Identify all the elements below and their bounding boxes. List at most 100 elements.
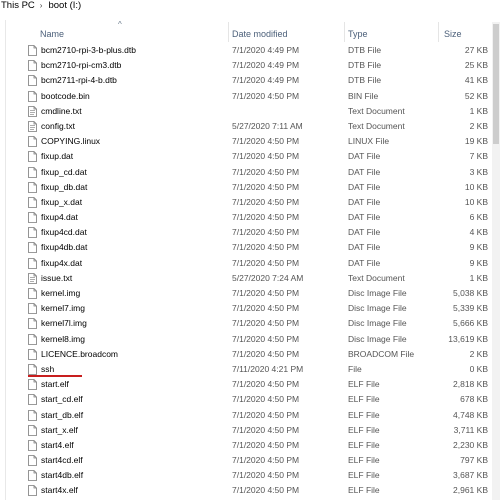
file-type: DTB File	[348, 60, 382, 71]
column-name[interactable]: Name	[40, 27, 64, 41]
column-date-modified[interactable]: Date modified	[232, 27, 288, 41]
text-file-icon	[28, 272, 37, 284]
file-icon	[28, 394, 37, 406]
file-row[interactable]: start_cd.elf 7/1/2020 4:50 PM ELF File 678 …	[0, 392, 500, 407]
file-row[interactable]: bcm2711-rpi-4-b.dtb 7/1/2020 4:49 PM DTB F…	[0, 73, 500, 88]
breadcrumb-this-pc[interactable]: This PC	[0, 0, 35, 11]
file-size: 5,339 KB	[453, 303, 488, 314]
file-size: 19 KB	[464, 136, 488, 147]
file-size: 10 KB	[464, 196, 488, 207]
file-row[interactable]: fixup.dat 7/1/2020 4:50 PM DAT File 7 KB	[0, 149, 500, 164]
file-icon	[28, 227, 37, 239]
file-icon	[28, 424, 37, 436]
file-row[interactable]: LICENCE.broadcom 7/1/2020 4:50 PM BROADCOM…	[0, 347, 500, 362]
file-type: ELF File	[348, 394, 380, 405]
file-type: DTB File	[348, 45, 382, 55]
file-type: Disc Image File	[348, 303, 407, 314]
file-row[interactable]: fixup4x.dat 7/1/2020 4:50 PM DAT File 9 KB	[0, 256, 500, 271]
file-row[interactable]: config.txt 5/27/2020 7:11 AM Text Document…	[0, 119, 500, 134]
column-divider[interactable]	[344, 22, 345, 42]
file-row[interactable]: fixup_cd.dat 7/1/2020 4:50 PM DAT File 3 KB	[0, 165, 500, 180]
file-row[interactable]: kernel7l.img 7/1/2020 4:50 PM Disc Image F…	[0, 316, 500, 331]
file-name: fixup4.dat	[41, 212, 78, 223]
file-name: issue.txt	[41, 272, 73, 283]
file-row[interactable]: bootcode.bin 7/1/2020 4:50 PM BIN File 52 K…	[0, 89, 500, 104]
file-type: DTB File	[348, 75, 382, 86]
file-size: 2,818 KB	[453, 379, 488, 390]
column-divider[interactable]	[228, 22, 229, 42]
file-size: 27 KB	[464, 45, 488, 55]
file-name: start4.elf	[41, 439, 74, 450]
file-type: LINUX File	[348, 136, 390, 147]
file-size: 4,748 KB	[453, 409, 488, 420]
file-type: DAT File	[348, 181, 381, 192]
file-row[interactable]: start4.elf 7/1/2020 4:50 PM ELF File 2,230 …	[0, 438, 500, 453]
file-row[interactable]: cmdline.txt Text Document 1 KB	[0, 104, 500, 119]
file-row[interactable]: COPYING.linux 7/1/2020 4:50 PM LINUX File 1…	[0, 134, 500, 149]
file-date-modified: 7/1/2020 4:50 PM	[232, 166, 300, 177]
file-date-modified: 7/1/2020 4:50 PM	[232, 485, 300, 496]
file-name: start_cd.elf	[41, 394, 83, 405]
file-row[interactable]: kernel.img 7/1/2020 4:50 PM Disc Image Fil…	[0, 286, 500, 301]
column-size[interactable]: Size	[444, 27, 462, 41]
breadcrumb-separator[interactable]: ›	[40, 0, 43, 11]
file-row[interactable]: start_db.elf 7/1/2020 4:50 PM ELF File 4,74…	[0, 408, 500, 423]
file-row[interactable]: fixup_db.dat 7/1/2020 4:50 PM DAT File 10 K…	[0, 180, 500, 195]
file-row[interactable]: fixup4db.dat 7/1/2020 4:50 PM DAT File 9 KB	[0, 240, 500, 255]
file-size: 13,619 KB	[448, 333, 488, 344]
file-name: COPYING.linux	[41, 136, 101, 147]
file-name: fixup4db.dat	[41, 242, 88, 253]
file-row[interactable]: issue.txt 5/27/2020 7:24 AM Text Document 1…	[0, 271, 500, 286]
column-header: ^ Name Date modified Type Size	[0, 20, 500, 42]
file-icon	[28, 75, 37, 87]
file-row[interactable]: start.elf 7/1/2020 4:50 PM ELF File 2,818 K…	[0, 377, 500, 392]
file-name: start_x.elf	[41, 424, 78, 435]
file-type: ELF File	[348, 409, 380, 420]
file-type: BROADCOM File	[348, 348, 415, 359]
file-icon	[28, 181, 37, 193]
file-row[interactable]: kernel8.img 7/1/2020 4:50 PM Disc Image Fi…	[0, 332, 500, 347]
file-icon	[28, 409, 37, 421]
file-size: 678 KB	[460, 394, 488, 405]
file-size: 52 KB	[464, 90, 488, 101]
file-date-modified: 7/1/2020 4:50 PM	[232, 424, 300, 435]
file-type: ELF File	[348, 439, 380, 450]
file-size: 797 KB	[460, 455, 488, 466]
file-date-modified: 7/1/2020 4:49 PM	[232, 60, 300, 71]
file-type: Text Document	[348, 105, 405, 116]
file-icon	[28, 257, 37, 269]
file-row[interactable]: bcm2710-rpi-3-b-plus.dtb 7/1/2020 4:49 PM…	[0, 43, 500, 58]
file-icon	[28, 288, 37, 299]
file-row[interactable]: bcm2710-rpi-cm3.dtb 7/1/2020 4:49 PM DTB F…	[0, 58, 500, 73]
file-name: bcm2710-rpi-3-b-plus.dtb	[41, 45, 136, 55]
file-row[interactable]: fixup4.dat 7/1/2020 4:50 PM DAT File 6 KB	[0, 210, 500, 225]
file-row[interactable]: fixup_x.dat 7/1/2020 4:50 PM DAT File 10 KB	[0, 195, 500, 210]
file-type: File	[348, 363, 362, 374]
file-row[interactable]: fixup4cd.dat 7/1/2020 4:50 PM DAT File 4 KB	[0, 225, 500, 240]
file-row[interactable]: start4cd.elf 7/1/2020 4:50 PM ELF File 797 …	[0, 453, 500, 468]
file-size: 1 KB	[469, 272, 488, 283]
file-date-modified: 7/1/2020 4:50 PM	[232, 333, 300, 344]
file-icon	[28, 242, 37, 254]
file-date-modified: 7/1/2020 4:50 PM	[232, 439, 300, 450]
file-name: fixup.dat	[41, 151, 74, 162]
file-row[interactable]: start_x.elf 7/1/2020 4:50 PM ELF File 3,711…	[0, 423, 500, 438]
file-size: 6 KB	[469, 212, 488, 223]
file-row[interactable]: start4x.elf 7/1/2020 4:50 PM ELF File 2,961…	[0, 483, 500, 498]
breadcrumb-boot-drive[interactable]: boot (I:)	[47, 0, 81, 11]
file-row[interactable]: ssh 7/11/2020 4:21 PM File 0 KB	[0, 362, 500, 377]
file-icon	[28, 196, 37, 208]
column-type[interactable]: Type	[348, 27, 368, 41]
file-date-modified: 7/1/2020 4:50 PM	[232, 90, 300, 101]
file-row[interactable]: kernel7.img 7/1/2020 4:50 PM Disc Image Fi…	[0, 301, 500, 316]
file-row[interactable]: start4db.elf 7/1/2020 4:50 PM ELF File 3,68…	[0, 468, 500, 483]
file-name: start4db.elf	[41, 470, 84, 481]
file-date-modified: 5/27/2020 7:11 AM	[232, 120, 303, 131]
scrollbar-thumb[interactable]	[493, 24, 499, 144]
column-divider[interactable]	[438, 22, 439, 42]
file-size: 2,230 KB	[453, 439, 488, 450]
file-type: ELF File	[348, 485, 380, 496]
file-icon	[28, 439, 37, 451]
file-name: fixup_x.dat	[41, 196, 83, 207]
file-type: DAT File	[348, 166, 381, 177]
